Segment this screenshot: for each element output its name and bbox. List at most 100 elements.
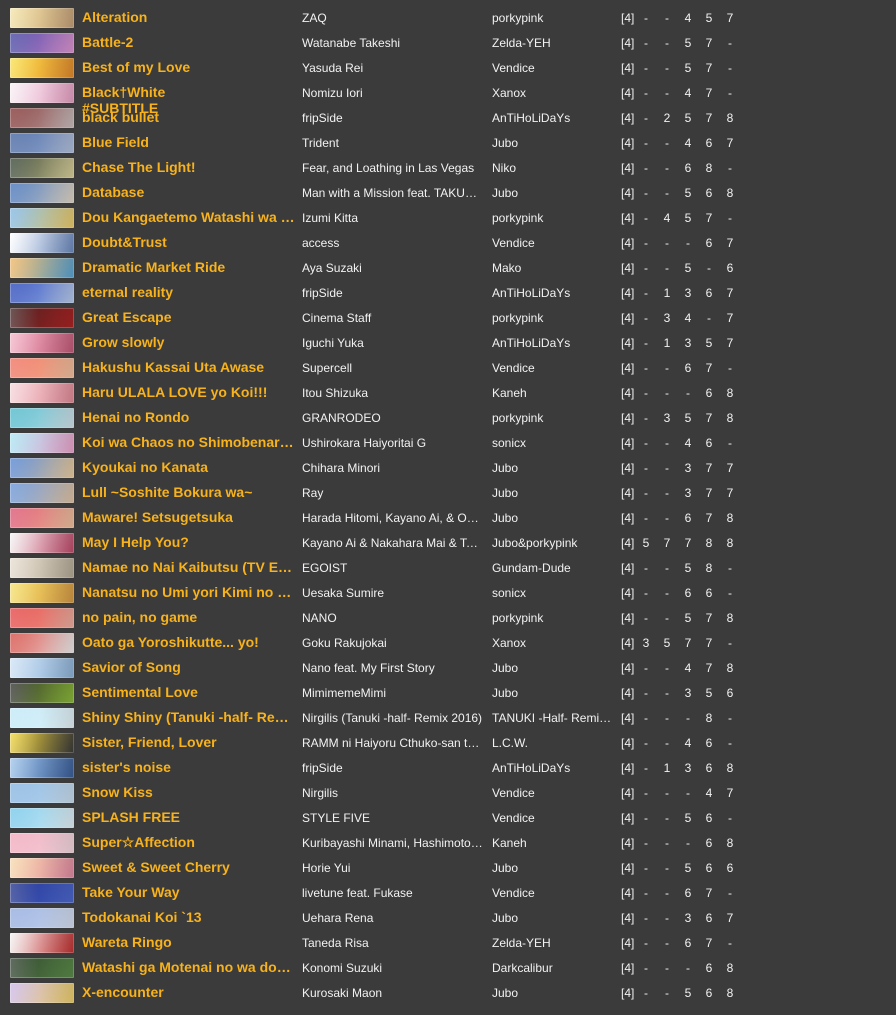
song-title-link[interactable]: no pain, no game [82,608,297,626]
song-title-link[interactable]: Alteration [82,8,297,26]
song-banner-image[interactable] [10,783,74,803]
song-banner-image[interactable] [10,83,74,103]
song-title-link[interactable]: Hakushu Kassai Uta Awase [82,358,297,376]
song-row[interactable]: Todokanai Koi `13 Uehara Rena Jubo [4] - -3 6 7 [0,906,896,931]
song-row[interactable]: Snow Kiss Nirgilis Vendice [4] - - -4 7 [0,781,896,806]
song-row[interactable]: Hakushu Kassai Uta Awase Supercell Vendice… [0,356,896,381]
song-banner-image[interactable] [10,108,74,128]
song-row[interactable]: Maware! Setsugetsuka Harada Hitomi, Kayan… [0,506,896,531]
song-banner-image[interactable] [10,158,74,178]
song-banner-image[interactable] [10,333,74,353]
song-banner-image[interactable] [10,308,74,328]
song-title-link[interactable]: Dramatic Market Ride [82,258,297,276]
song-title-link[interactable]: Wareta Ringo [82,933,297,951]
song-title-link[interactable]: Dou Kangaetemo Watashi wa Warukunai [82,208,297,226]
song-banner-image[interactable] [10,933,74,953]
song-row[interactable]: Best of my Love Yasuda Rei Vendice [4] - -5 7- [0,56,896,81]
song-row[interactable]: no pain, no game NANO porkypink [4] - -5 7 8 [0,606,896,631]
song-banner-image[interactable] [10,408,74,428]
song-title-link[interactable]: Doubt&Trust [82,233,297,251]
song-banner-image[interactable] [10,958,74,978]
song-row[interactable]: Alteration ZAQ porkypink [4] - -4 5 7 [0,6,896,31]
song-row[interactable]: Chase The Light! Fear, and Loathing in La… [0,156,896,181]
song-row[interactable]: Shiny Shiny (Tanuki -half- Remix 2016) Ni… [0,706,896,731]
song-banner-image[interactable] [10,808,74,828]
song-banner-image[interactable] [10,383,74,403]
song-banner-image[interactable] [10,258,74,278]
song-row[interactable]: Great Escape Cinema Staff porkypink [4] -3 4-… [0,306,896,331]
song-title-link[interactable]: Sentimental Love [82,683,297,701]
song-title-link[interactable]: Kyoukai no Kanata [82,458,297,476]
song-banner-image[interactable] [10,683,74,703]
song-row[interactable]: Take Your Way livetune feat. Fukase Vendic… [0,881,896,906]
song-banner-image[interactable] [10,908,74,928]
song-row[interactable]: Doubt&Trust access Vendice [4] - - -6 7 [0,231,896,256]
song-banner-image[interactable] [10,233,74,253]
song-banner-image[interactable] [10,633,74,653]
song-row[interactable]: Kyoukai no Kanata Chihara Minori Jubo [4] - -… [0,456,896,481]
song-row[interactable]: Nanatsu no Umi yori Kimi no Umi Uesaka Su… [0,581,896,606]
song-title-link[interactable]: Black†White [82,83,297,101]
song-row[interactable]: Savior of Song Nano feat. My First Story J… [0,656,896,681]
song-banner-image[interactable] [10,733,74,753]
song-banner-image[interactable] [10,358,74,378]
song-banner-image[interactable] [10,8,74,28]
song-title-link[interactable]: Chase The Light! [82,158,297,176]
song-title-link[interactable]: Maware! Setsugetsuka [82,508,297,526]
song-row[interactable]: Namae no Nai Kaibutsu (TV Edit) EGOIST Gun… [0,556,896,581]
song-row[interactable]: eternal reality fripSide AnTiHoLiDaYs [4] - 1… [0,281,896,306]
song-title-link[interactable]: Oato ga Yoroshikutte... yo! [82,633,297,651]
song-banner-image[interactable] [10,708,74,728]
song-title-link[interactable]: Grow slowly [82,333,297,351]
song-row[interactable]: Sentimental Love MimimemeMimi Jubo [4] - -3 5 6 [0,681,896,706]
song-title-link[interactable]: Sweet & Sweet Cherry [82,858,297,876]
song-banner-image[interactable] [10,858,74,878]
song-title-link[interactable]: Take Your Way [82,883,297,901]
song-title-link[interactable]: eternal reality [82,283,297,301]
song-title-link[interactable]: Super☆Affection [82,833,297,851]
song-title-link[interactable]: Watashi ga Motenai no wa dou Kangaetemo [82,958,297,976]
song-banner-image[interactable] [10,833,74,853]
song-row[interactable]: Wareta Ringo Taneda Risa Zelda-YEH [4] - -6 7- [0,931,896,956]
song-row[interactable]: Dramatic Market Ride Aya Suzaki Mako [4] - -5… [0,256,896,281]
song-row[interactable]: Database Man with a Mission feat. TAKUMA … [0,181,896,206]
song-title-link[interactable]: X-encounter [82,983,297,1001]
song-banner-image[interactable] [10,483,74,503]
song-banner-image[interactable] [10,508,74,528]
song-title-link[interactable]: Shiny Shiny (Tanuki -half- Remix 2016) [82,708,297,726]
song-row[interactable]: Blue Field Trident Jubo [4] - -4 6 7 [0,131,896,156]
song-row[interactable]: May I Help You? Kayano Ai & Nakahara Mai … [0,531,896,556]
song-banner-image[interactable] [10,283,74,303]
song-banner-image[interactable] [10,983,74,1003]
song-title-link[interactable]: May I Help You? [82,533,297,551]
song-row[interactable]: Haru ULALA LOVE yo Koi!!! Itou Shizuka Kan… [0,381,896,406]
song-row[interactable]: Grow slowly Iguchi Yuka AnTiHoLiDaYs [4] - 1 3… [0,331,896,356]
song-title-link[interactable]: SPLASH FREE [82,808,297,826]
song-title-link[interactable]: Haru ULALA LOVE yo Koi!!! [82,383,297,401]
song-banner-image[interactable] [10,458,74,478]
song-banner-image[interactable] [10,33,74,53]
song-banner-image[interactable] [10,583,74,603]
song-title-link[interactable]: Todokanai Koi `13 [82,908,297,926]
song-banner-image[interactable] [10,558,74,578]
song-row[interactable]: Oato ga Yoroshikutte... yo! Goku Rakujoka… [0,631,896,656]
song-title-link[interactable]: Database [82,183,297,201]
song-row[interactable]: X-encounter Kurosaki Maon Jubo [4] - -5 6 8 [0,981,896,1006]
song-row[interactable]: Watashi ga Motenai no wa dou Kangaetemo K… [0,956,896,981]
song-banner-image[interactable] [10,608,74,628]
song-banner-image[interactable] [10,58,74,78]
song-row[interactable]: Sweet & Sweet Cherry Horie Yui Jubo [4] - -5 6… [0,856,896,881]
song-row[interactable]: Dou Kangaetemo Watashi wa Warukunai Izumi… [0,206,896,231]
song-banner-image[interactable] [10,433,74,453]
song-banner-image[interactable] [10,758,74,778]
song-title-link[interactable]: Koi wa Chaos no Shimobenari (Remix) [82,433,297,451]
song-banner-image[interactable] [10,183,74,203]
song-row[interactable]: Henai no Rondo GRANRODEO porkypink [4] - 3 5 7 8 [0,406,896,431]
song-title-link[interactable]: black bullet [82,108,297,126]
song-title-link[interactable]: Best of my Love [82,58,297,76]
song-row[interactable]: Lull ~Soshite Bokura wa~ Ray Jubo [4] - -3 7 7 [0,481,896,506]
song-banner-image[interactable] [10,133,74,153]
song-title-link[interactable]: Sister, Friend, Lover [82,733,297,751]
song-title-link[interactable]: Henai no Rondo [82,408,297,426]
song-title-link[interactable]: Savior of Song [82,658,297,676]
